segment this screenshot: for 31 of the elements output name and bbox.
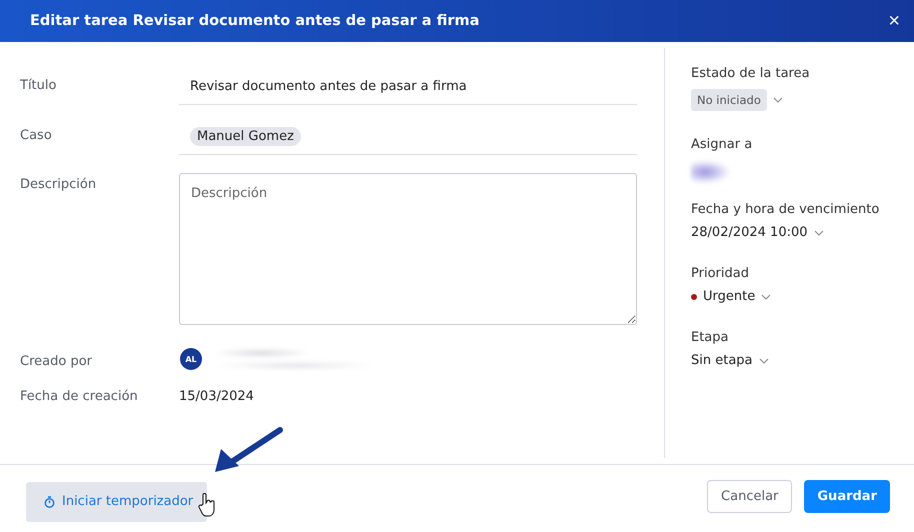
description-field[interactable]: Descripción [179,173,637,325]
field-label: Estado de la tarea [691,66,811,81]
hand-cursor-icon [198,492,216,517]
creation-date: 15/03/2024 [179,389,255,404]
chevron-icon [761,294,772,300]
stage-dropdown[interactable]: Sin etapa [691,353,769,368]
dialog-title: Editar tarea Revisar documento antes de pasar a firma [30,13,480,29]
field-label: Asignar a [691,137,754,152]
chevron-icon [758,358,769,364]
blurred-avatar [691,160,731,184]
field-label: Título [20,77,58,95]
case-chip[interactable]: Manuel Gomez [190,127,301,146]
field-label: Fecha y hora de vencimiento [691,202,880,217]
field-label: Etapa [691,330,730,345]
save-button[interactable]: Guardar [804,480,890,513]
stopwatch-icon [44,496,55,508]
field-label: Fecha de creación [20,389,139,404]
priority-dropdown[interactable]: Urgente [691,289,772,304]
chevron-icon [814,230,824,236]
field-label: Creado por [20,353,93,371]
cancel-button[interactable]: Cancelar [707,480,792,513]
start-timer-button[interactable]: Iniciar temporizador [26,482,208,522]
title-value[interactable]: Revisar documento antes de pasar a firma [190,79,467,94]
arrow-icon [213,427,283,474]
field-label: Descripción [20,176,98,194]
due-date-dropdown[interactable]: 28/02/2024 10:00 [691,225,824,240]
avatar: AL [180,348,202,370]
chevron-icon [772,97,783,103]
field-label: Prioridad [691,266,750,281]
close-button[interactable]: × [888,11,900,31]
field-label: Caso [20,127,53,145]
